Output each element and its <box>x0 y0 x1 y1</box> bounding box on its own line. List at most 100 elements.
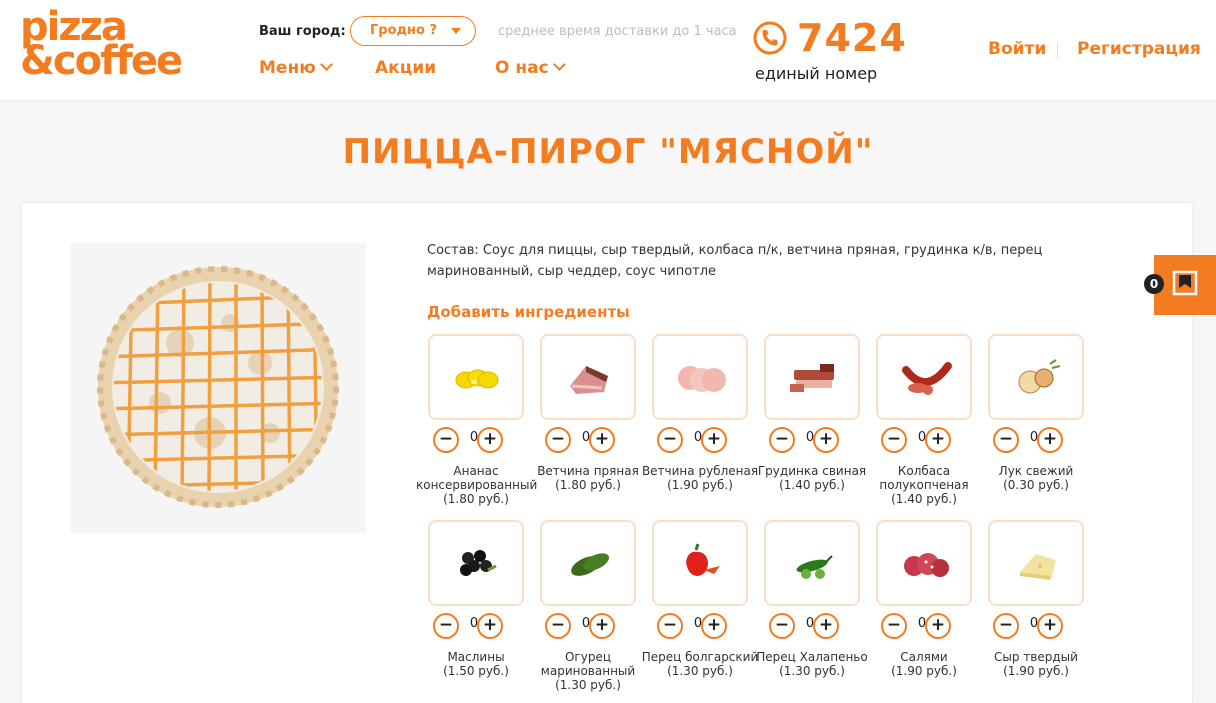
ingredient-tile[interactable] <box>540 334 636 420</box>
increment-button[interactable]: + <box>925 427 951 453</box>
quantity-stepper: −0 + <box>545 427 615 453</box>
quantity-stepper: −0 + <box>881 427 951 453</box>
quantity-stepper: −0 + <box>545 613 615 639</box>
quantity-stepper: −0 + <box>993 613 1063 639</box>
phone-number[interactable]: 7424 <box>797 16 907 60</box>
ingredient-label: Ветчина пряная (1.80 руб.) <box>528 464 648 492</box>
ingredient-tile[interactable] <box>876 334 972 420</box>
ingredient-price: (0.30 руб.) <box>1003 478 1069 492</box>
ingredient-label: Салями (1.90 руб.) <box>864 650 984 678</box>
ingredient-label: Колбаса полукопченая (1.40 руб.) <box>864 464 984 506</box>
nav-menu[interactable]: Меню <box>259 58 333 78</box>
ingredient-label: Грудинка свиная (1.40 руб.) <box>752 464 872 492</box>
ingredient-name: Перец Халапеньо <box>756 650 868 664</box>
ingredient-name: Грудинка свиная <box>757 464 867 478</box>
city-value: Гродно ? <box>370 23 437 38</box>
ingredient-label: Перец Халапеньо (1.30 руб.) <box>752 650 872 678</box>
nav-menu-label: Меню <box>259 58 316 78</box>
decrement-button[interactable]: − <box>881 427 907 453</box>
ingredient-price: (1.80 руб.) <box>555 478 621 492</box>
decrement-button[interactable]: − <box>769 427 795 453</box>
ingredient-name: Колбаса полукопченая <box>879 464 969 492</box>
sausage-icon <box>902 362 952 395</box>
pineapple-icon <box>455 369 499 389</box>
caret-down-icon <box>451 28 461 34</box>
increment-button[interactable]: + <box>589 427 615 453</box>
decrement-button[interactable]: − <box>769 613 795 639</box>
ingredient-name: Салями <box>900 650 948 664</box>
decrement-button[interactable]: − <box>433 613 459 639</box>
quantity-stepper: −0 + <box>433 613 503 639</box>
logo[interactable]: pizza &coffee <box>20 7 202 86</box>
ingredient-label: Сыр твердый (1.90 руб.) <box>976 650 1096 678</box>
ingredient-name: Ветчина рубленая <box>641 464 759 478</box>
jalapeno-icon <box>796 555 833 579</box>
ingredient-tile[interactable] <box>652 520 748 606</box>
increment-button[interactable]: + <box>589 613 615 639</box>
delivery-note: среднее время доставки до 1 часа <box>498 24 737 39</box>
ingredient-tile[interactable] <box>764 520 860 606</box>
site-header: pizza &coffee Ваш город: Гродно ? средне… <box>0 0 1216 100</box>
ingredient-tile[interactable] <box>988 334 1084 420</box>
nav-promotions[interactable]: Акции <box>375 58 436 78</box>
ingredient-price: (1.90 руб.) <box>891 664 957 678</box>
quantity-stepper: −0 + <box>769 427 839 453</box>
decrement-button[interactable]: − <box>545 427 571 453</box>
increment-button[interactable]: + <box>477 613 503 639</box>
ingredient-tile[interactable] <box>428 334 524 420</box>
ingredient-price: (1.90 руб.) <box>1003 664 1069 678</box>
ingredient-name: Перец болгарский <box>641 650 759 664</box>
ingredient-tile[interactable] <box>876 520 972 606</box>
register-link[interactable]: Регистрация <box>1077 39 1201 59</box>
decrement-button[interactable]: − <box>657 427 683 453</box>
increment-button[interactable]: + <box>925 613 951 639</box>
decrement-button[interactable]: − <box>657 613 683 639</box>
ingredient-price: (1.30 руб.) <box>667 664 733 678</box>
increment-button[interactable]: + <box>813 427 839 453</box>
quantity-stepper: −0 + <box>881 613 951 639</box>
decrement-button[interactable]: − <box>433 427 459 453</box>
city-select[interactable]: Гродно ? <box>350 16 476 46</box>
decrement-button[interactable]: − <box>881 613 907 639</box>
ingredient-name: Маслины <box>447 650 505 664</box>
ingredient-name: Огурец маринованный <box>540 650 636 678</box>
ingredient-label: Ветчина рубленая (1.90 руб.) <box>640 464 760 492</box>
ingredient-label: Ананас консервированный (1.80 руб.) <box>416 464 537 506</box>
phone-caption: единый номер <box>755 64 878 83</box>
chevron-down-icon <box>552 58 566 71</box>
quantity-stepper: −0 + <box>657 613 727 639</box>
ingredient-price: (1.30 руб.) <box>555 678 621 692</box>
ingredient-label: Перец болгарский (1.30 руб.) <box>640 650 760 678</box>
bell-pepper-icon <box>686 543 720 576</box>
ingredient-tile[interactable] <box>540 520 636 606</box>
ingredient-tile[interactable] <box>988 520 1084 606</box>
quantity-stepper: −0 + <box>993 427 1063 453</box>
cucumber-icon <box>571 553 610 576</box>
salami-icon <box>904 553 949 577</box>
increment-button[interactable]: + <box>1037 613 1063 639</box>
decrement-button[interactable]: − <box>993 613 1019 639</box>
increment-button[interactable]: + <box>813 613 839 639</box>
add-ingredients-title: Добавить ингредиенты <box>427 303 630 321</box>
decrement-button[interactable]: − <box>545 613 571 639</box>
quantity-stepper: −0 + <box>769 613 839 639</box>
login-link[interactable]: Войти <box>988 39 1046 59</box>
page-title: ПИЦЦА-ПИРОГ "МЯСНОЙ" <box>342 132 874 172</box>
increment-button[interactable]: + <box>1037 427 1063 453</box>
ingredient-tile[interactable] <box>652 334 748 420</box>
nav-about[interactable]: О нас <box>495 58 566 78</box>
onion-icon <box>1018 359 1061 394</box>
ingredient-price: (1.50 руб.) <box>443 664 509 678</box>
composition-text: Состав: Соус для пиццы, сыр твердый, кол… <box>427 243 1043 279</box>
ingredient-tile[interactable] <box>428 520 524 606</box>
increment-button[interactable]: + <box>701 613 727 639</box>
product-image <box>70 243 366 533</box>
increment-button[interactable]: + <box>701 427 727 453</box>
increment-button[interactable]: + <box>477 427 503 453</box>
nav-about-label: О нас <box>495 58 549 78</box>
cart-count-badge: 0 <box>1144 274 1164 294</box>
ingredient-name: Сыр твердый <box>994 650 1078 664</box>
quantity-stepper: −0 + <box>433 427 503 453</box>
ingredient-tile[interactable] <box>764 334 860 420</box>
decrement-button[interactable]: − <box>993 427 1019 453</box>
